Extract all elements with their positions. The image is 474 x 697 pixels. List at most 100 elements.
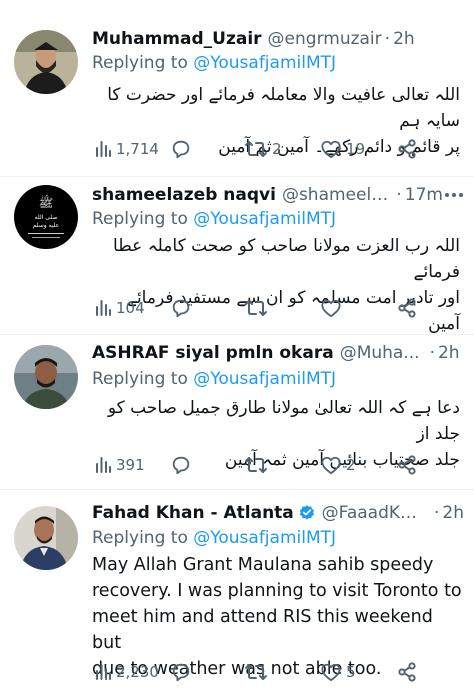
share-icon xyxy=(398,662,416,682)
separator: · xyxy=(429,343,435,363)
views-count: 2,230 xyxy=(116,663,159,681)
action-bar: 1,714 2 19 xyxy=(92,138,434,160)
retweet-icon xyxy=(245,141,267,157)
like-icon xyxy=(321,140,341,159)
reply-button[interactable] xyxy=(170,297,196,319)
like-icon xyxy=(321,299,341,318)
timestamp[interactable]: 17m xyxy=(405,183,443,207)
verified-badge-icon xyxy=(299,505,314,520)
tweet[interactable]: Muhammad_Uzair @engrmuzair · 2h Replying… xyxy=(0,0,474,176)
views-icon xyxy=(96,141,111,157)
more-icon[interactable] xyxy=(443,185,464,205)
reply-icon xyxy=(172,140,190,159)
like-button[interactable]: 2 xyxy=(320,454,356,476)
author-handle[interactable]: @FaaadKh... xyxy=(322,501,426,525)
replying-to-label: Replying to xyxy=(92,369,188,389)
author-handle[interactable]: @engrmuzair xyxy=(268,27,382,51)
reply-button[interactable] xyxy=(170,661,196,683)
views-icon xyxy=(96,457,111,473)
replying-to: Replying to @YousafjamilMTJ xyxy=(92,526,336,550)
like-count: 2 xyxy=(346,456,356,474)
retweet-icon xyxy=(245,664,267,680)
action-bar: 104 xyxy=(92,297,434,319)
reply-feed: Muhammad_Uzair @engrmuzair · 2h Replying… xyxy=(0,0,474,697)
author-name[interactable]: Fahad Khan - Atlanta xyxy=(92,501,294,525)
tweet-header: Muhammad_Uzair @engrmuzair · 2h xyxy=(92,27,464,51)
like-button[interactable]: 19 xyxy=(320,138,365,160)
share-icon xyxy=(398,139,416,159)
mention-link[interactable]: @YousafjamilMTJ xyxy=(193,53,336,73)
mention-link[interactable]: @YousafjamilMTJ xyxy=(193,528,336,548)
replying-to-label: Replying to xyxy=(92,53,188,73)
like-icon xyxy=(321,456,341,475)
like-icon xyxy=(321,663,341,682)
author-name[interactable]: Muhammad_Uzair xyxy=(92,27,262,51)
retweet-count: 2 xyxy=(272,140,282,158)
tweet-header: shameelazeb naqvi @shameelazeb1 · 17m xyxy=(92,183,464,207)
avatar[interactable] xyxy=(14,30,78,94)
retweet-button[interactable] xyxy=(244,454,272,476)
action-bar: 391 2 xyxy=(92,454,434,476)
tweet-text-line: May Allah Grant Maulana sahib speedy xyxy=(92,555,434,575)
avatar-text: صلى الله xyxy=(35,214,58,221)
views-count: 1,714 xyxy=(116,140,159,158)
replying-to-label: Replying to xyxy=(92,528,188,548)
share-button[interactable] xyxy=(397,138,417,160)
retweet-icon xyxy=(245,457,267,473)
author-name[interactable]: ASHRAF siyal pmln okara xyxy=(92,341,334,365)
reply-icon xyxy=(172,299,190,318)
author-handle[interactable]: @Muha... xyxy=(340,341,420,365)
tweet[interactable]: ASHRAF siyal pmln okara @Muha... · 2h Re… xyxy=(0,335,474,489)
avatar[interactable] xyxy=(14,506,78,570)
like-button[interactable] xyxy=(320,297,346,319)
mention-link[interactable]: @YousafjamilMTJ xyxy=(193,209,336,229)
reply-icon xyxy=(172,663,190,682)
views-button[interactable]: 1,714 xyxy=(94,138,159,160)
tweet-text-line: اللہ تعالی عافیت والا معاملہ فرمائے اور … xyxy=(107,85,460,131)
tweet-text-line: meet him and attend RIS this weekend but xyxy=(92,607,433,653)
retweet-button[interactable] xyxy=(244,661,272,683)
views-icon xyxy=(96,300,111,316)
tweet-text: اللہ رب العزت مولانا صاحب کو صحت کاملہ ع… xyxy=(92,233,460,337)
share-button[interactable] xyxy=(397,661,417,683)
like-button[interactable]: 5 xyxy=(320,661,356,683)
separator: · xyxy=(396,185,402,205)
views-icon xyxy=(96,664,111,680)
author-handle[interactable]: @shameelazeb1 xyxy=(282,183,393,207)
timestamp[interactable]: 2h xyxy=(442,501,464,525)
share-button[interactable] xyxy=(397,297,417,319)
separator: · xyxy=(384,29,391,49)
reply-button[interactable] xyxy=(170,138,196,160)
views-count: 104 xyxy=(116,299,145,317)
reply-button[interactable] xyxy=(170,454,196,476)
retweet-button[interactable] xyxy=(244,297,272,319)
share-icon xyxy=(398,298,416,318)
avatar[interactable]: ﷺ صلى الله عليه وسلم xyxy=(14,185,78,249)
share-icon xyxy=(398,455,416,475)
tweet[interactable]: Fahad Khan - Atlanta @FaaadKh... · 2h Re… xyxy=(0,490,474,697)
action-bar: 2,230 5 xyxy=(92,661,434,683)
replying-to: Replying to @YousafjamilMTJ xyxy=(92,207,336,231)
like-count: 19 xyxy=(346,140,366,158)
views-count: 391 xyxy=(116,456,145,474)
retweet-icon xyxy=(245,300,267,316)
retweet-button[interactable]: 2 xyxy=(244,138,282,160)
separator: · xyxy=(434,503,440,523)
tweet-text-line: recovery. I was planning to visit Toront… xyxy=(92,581,462,601)
avatar-text: عليه وسلم xyxy=(33,222,59,229)
avatar[interactable] xyxy=(14,345,78,409)
tweet[interactable]: ﷺ صلى الله عليه وسلم shameelazeb naqvi @… xyxy=(0,177,474,334)
views-button[interactable]: 391 xyxy=(94,454,145,476)
views-button[interactable]: 2,230 xyxy=(94,661,159,683)
timestamp[interactable]: 2h xyxy=(438,341,460,365)
replying-to: Replying to @YousafjamilMTJ xyxy=(92,51,336,75)
replying-to: Replying to @YousafjamilMTJ xyxy=(92,367,336,391)
share-button[interactable] xyxy=(397,454,417,476)
tweet-text-line: اللہ رب العزت مولانا صاحب کو صحت کاملہ ع… xyxy=(113,236,460,282)
views-button[interactable]: 104 xyxy=(94,297,145,319)
tweet-text-line: دعا ہے کہ اللہ تعالیٰ مولانا طارق جمیل ص… xyxy=(107,398,460,444)
mention-link[interactable]: @YousafjamilMTJ xyxy=(193,369,336,389)
author-name[interactable]: shameelazeb naqvi xyxy=(92,183,276,207)
like-count: 5 xyxy=(346,663,356,681)
timestamp[interactable]: 2h xyxy=(393,27,415,51)
